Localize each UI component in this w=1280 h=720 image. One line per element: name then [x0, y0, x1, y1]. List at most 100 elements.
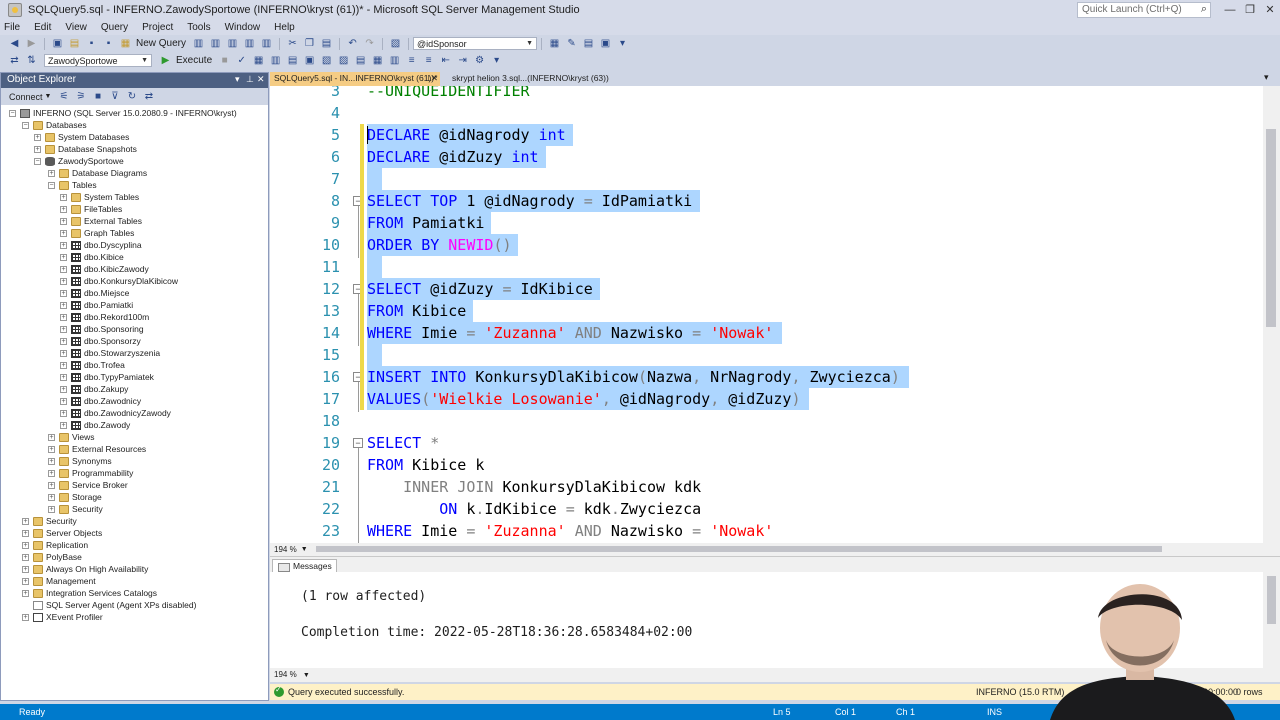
disconnect-icon[interactable]: ⚞ [75, 91, 86, 102]
new-project-icon[interactable]: ▣ [52, 38, 63, 49]
expand-icon[interactable]: + [22, 529, 29, 537]
code-line[interactable]: SELECT @idZuzy = IdKibice [367, 278, 600, 300]
code-line[interactable]: SELECT TOP 1 @idNagrody = IdPamiatki [367, 190, 700, 212]
dmx-query-icon[interactable]: ▥ [227, 38, 238, 49]
forward-icon[interactable]: ▶ [26, 38, 37, 49]
activity-monitor-icon[interactable]: ⇄ [143, 91, 154, 102]
execute-icon[interactable]: ▶ [160, 55, 171, 66]
tree-node[interactable]: + dbo.TypyPamiatek [60, 371, 154, 383]
tree-node[interactable]: + dbo.Zawody [60, 419, 130, 431]
chevron-down-icon[interactable]: ▼ [45, 93, 52, 100]
tree-node[interactable]: + XEvent Profiler [22, 611, 103, 623]
tree-node[interactable]: + dbo.Trofea [60, 359, 125, 371]
find-combo[interactable]: @idSponsor ▼ [413, 37, 538, 50]
panel-menu-icon[interactable]: ▾ [235, 74, 240, 85]
expand-icon[interactable]: + [48, 433, 55, 441]
expand-icon[interactable]: + [60, 349, 67, 357]
intellisense-icon[interactable]: ▤ [287, 55, 298, 66]
include-plan-icon[interactable]: ▣ [304, 55, 315, 66]
open-file-icon[interactable]: ▤ [69, 38, 80, 49]
minimize-button[interactable]: — [1220, 2, 1240, 18]
tab-skrypt-helion-3[interactable]: skrypt helion 3.sql...(INFERNO\kryst (63… [448, 72, 648, 86]
new-query-button[interactable]: New Query [136, 38, 186, 49]
tree-node[interactable]: + dbo.Kibice [60, 251, 124, 263]
close-icon[interactable]: ✕ [257, 74, 265, 85]
undo-icon[interactable]: ↶ [347, 38, 358, 49]
tab-list-chevron-icon[interactable]: ▾ [1264, 72, 1269, 83]
expand-icon[interactable]: + [60, 289, 67, 297]
tree-node[interactable]: + dbo.ZawodnicyZawody [60, 407, 171, 419]
expand-icon[interactable]: + [48, 445, 55, 453]
code-line[interactable]: FROM Pamiatki [367, 212, 492, 234]
menu-project[interactable]: Project [142, 22, 173, 33]
expand-icon[interactable]: + [60, 301, 67, 309]
tree-node[interactable]: + PolyBase [22, 551, 82, 563]
collapse-icon[interactable]: − [34, 157, 41, 165]
menu-edit[interactable]: Edit [34, 22, 51, 33]
close-icon[interactable]: ✕ [431, 73, 438, 84]
expand-icon[interactable]: + [60, 241, 67, 249]
code-line[interactable]: ORDER BY NEWID() [367, 234, 519, 256]
expand-icon[interactable]: + [34, 133, 41, 141]
quick-launch-input[interactable]: Quick Launch (Ctrl+Q) ⌕ [1077, 2, 1211, 18]
code-line[interactable]: WHERE Imie = 'Zuzanna' AND Nazwisko = 'N… [367, 520, 773, 542]
expand-icon[interactable]: + [48, 505, 55, 513]
tree-node[interactable]: + Storage [48, 491, 102, 503]
expand-icon[interactable]: + [22, 517, 29, 525]
save-all-icon[interactable]: ▪ [103, 38, 114, 49]
expand-icon[interactable]: + [22, 577, 29, 585]
menu-query[interactable]: Query [101, 22, 128, 33]
tree-node[interactable]: + dbo.Zawodnicy [60, 395, 141, 407]
stop-icon[interactable]: ■ [92, 91, 103, 102]
collapse-icon[interactable]: − [48, 181, 55, 189]
tree-node[interactable]: + dbo.Zakupy [60, 383, 128, 395]
sql-editor[interactable]: 3 --UNIQUEIDENTIFIER 4 5 DECLARE @idNagrody… [270, 86, 1280, 543]
solution-explorer-icon[interactable]: ▦ [549, 38, 560, 49]
tree-node[interactable]: + Graph Tables [60, 227, 134, 239]
expand-icon[interactable]: + [60, 325, 67, 333]
expand-icon[interactable]: + [60, 385, 67, 393]
expand-icon[interactable]: + [34, 145, 41, 153]
das-query-icon[interactable]: ▥ [261, 38, 272, 49]
tree-node[interactable]: + Views [48, 431, 95, 443]
expand-icon[interactable]: + [22, 553, 29, 561]
expand-icon[interactable]: + [60, 397, 67, 405]
properties-icon[interactable]: ✎ [566, 38, 577, 49]
code-line[interactable]: INNER JOIN KonkursyDlaKibicow kdk [367, 476, 701, 498]
decrease-indent-icon[interactable]: ⇤ [440, 55, 451, 66]
results-zoom-level[interactable]: 194 % [274, 670, 297, 679]
database-select[interactable]: ZawodySportowe ▼ [44, 54, 152, 67]
object-explorer-icon[interactable]: ▤ [583, 38, 594, 49]
live-stats-icon[interactable]: ▧ [321, 55, 332, 66]
code-line[interactable] [367, 410, 376, 432]
execute-button[interactable]: Execute [176, 55, 212, 66]
tree-node[interactable]: + Service Broker [48, 479, 128, 491]
maximize-button[interactable]: ❐ [1240, 2, 1260, 18]
tree-node[interactable]: + Programmability [48, 467, 133, 479]
expand-icon[interactable]: + [60, 313, 67, 321]
tree-node[interactable]: + External Resources [48, 443, 146, 455]
expand-icon[interactable]: + [48, 493, 55, 501]
db-engine-query-icon[interactable]: ▥ [193, 38, 204, 49]
expand-icon[interactable]: + [60, 229, 67, 237]
code-line[interactable] [367, 168, 383, 190]
tree-node[interactable]: + External Tables [60, 215, 142, 227]
toolbar-options-icon[interactable]: ▾ [617, 38, 628, 49]
scrollbar-thumb[interactable] [1267, 576, 1276, 624]
tree-node[interactable]: SQL Server Agent (Agent XPs disabled) [22, 599, 196, 611]
code-line[interactable]: VALUES('Wielkie Losowanie', @idNagrody, … [367, 388, 809, 410]
results-to-text-icon[interactable]: ▤ [355, 55, 366, 66]
tree-node[interactable]: + System Databases [34, 131, 129, 143]
tree-node[interactable]: + Database Snapshots [34, 143, 137, 155]
uncomment-icon[interactable]: ≡ [423, 55, 434, 66]
new-query-icon[interactable]: ▦ [120, 38, 131, 49]
expand-icon[interactable]: + [48, 169, 55, 177]
tree-node[interactable]: + dbo.Stowarzyszenia [60, 347, 160, 359]
code-line[interactable]: FROM Kibice k [367, 454, 484, 476]
expand-icon[interactable]: + [48, 469, 55, 477]
client-stats-icon[interactable]: ▨ [338, 55, 349, 66]
expand-icon[interactable]: + [60, 193, 67, 201]
increase-indent-icon[interactable]: ⇥ [457, 55, 468, 66]
tree-node[interactable]: + dbo.Dyscyplina [60, 239, 142, 251]
tree-node[interactable]: + dbo.Sponsorzy [60, 335, 141, 347]
